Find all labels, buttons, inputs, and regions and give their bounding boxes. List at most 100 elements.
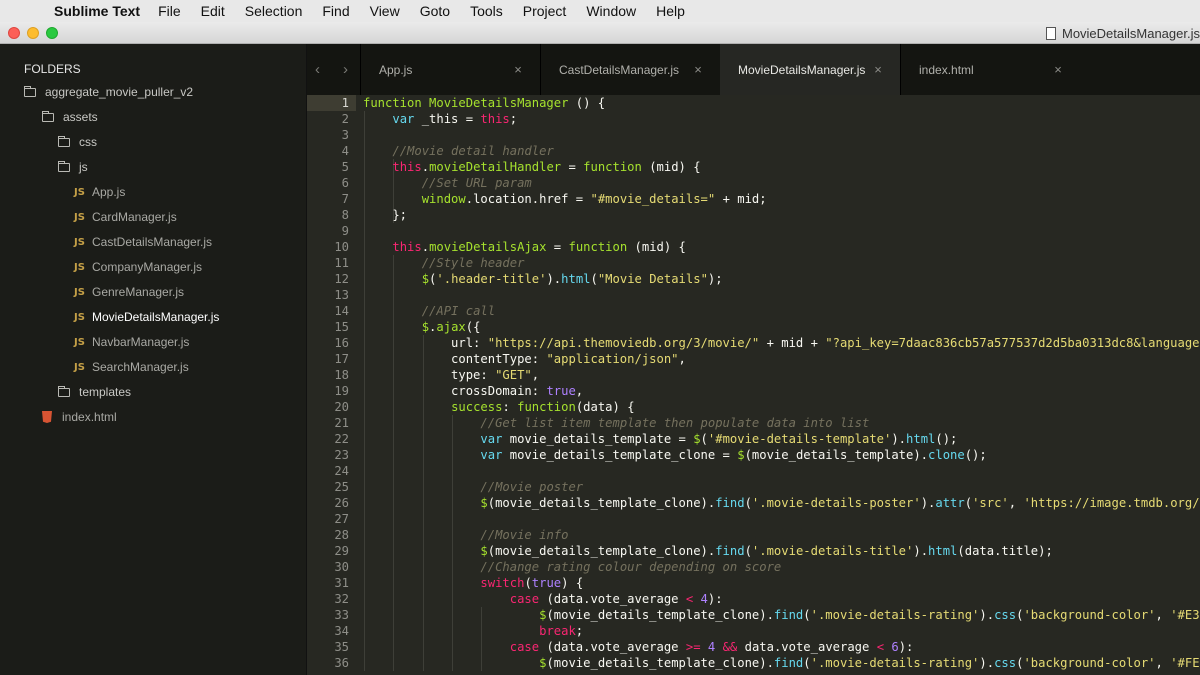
line-number: 18 bbox=[334, 368, 349, 382]
line-number: 1 bbox=[307, 95, 356, 111]
tree-item[interactable]: JS GenreManager.js bbox=[74, 282, 184, 302]
js-file-icon: JS bbox=[74, 261, 85, 273]
code-line[interactable]: //Get list item template then populate d… bbox=[363, 415, 869, 431]
tree-item[interactable]: JS App.js bbox=[74, 182, 125, 202]
tab[interactable]: CastDetailsManager.js × bbox=[540, 44, 720, 95]
menu-window[interactable]: Window bbox=[586, 3, 636, 19]
code-line[interactable]: this.movieDetailsAjax = function (mid) { bbox=[363, 239, 686, 255]
tab[interactable]: index.html × bbox=[900, 44, 1080, 95]
tree-item-label: SearchManager.js bbox=[92, 360, 189, 374]
js-file-icon: JS bbox=[74, 311, 85, 323]
code-line[interactable]: var _this = this; bbox=[363, 111, 517, 127]
code-line[interactable]: switch(true) { bbox=[363, 575, 583, 591]
tree-item[interactable]: JS MovieDetailsManager.js bbox=[74, 307, 219, 327]
tree-item-label: CompanyManager.js bbox=[92, 260, 203, 274]
code-line[interactable]: $(movie_details_template_clone).find('.m… bbox=[363, 495, 1200, 511]
menu-edit[interactable]: Edit bbox=[201, 3, 225, 19]
menu-view[interactable]: View bbox=[370, 3, 400, 19]
code-line[interactable]: type: "GET", bbox=[363, 367, 539, 383]
line-number: 28 bbox=[334, 528, 349, 542]
line-number: 6 bbox=[341, 176, 349, 190]
close-tab-icon[interactable]: × bbox=[510, 62, 526, 77]
menu-app-name[interactable]: Sublime Text bbox=[54, 3, 140, 19]
line-number: 12 bbox=[334, 272, 349, 286]
tree-item[interactable]: aggregate_movie_puller_v2 bbox=[24, 82, 193, 102]
code-line[interactable]: //Set URL param bbox=[363, 175, 532, 191]
line-number: 21 bbox=[334, 416, 349, 430]
tab-bar: ‹ › App.js × CastDetailsManager.js × MovieDe… bbox=[307, 44, 1200, 95]
code-line[interactable]: window.location.href = "#movie_details="… bbox=[363, 191, 767, 207]
close-tab-icon[interactable]: × bbox=[870, 62, 886, 77]
code-line[interactable]: $(movie_details_template_clone).find('.m… bbox=[363, 543, 1052, 559]
tree-item[interactable]: index.html bbox=[42, 407, 117, 427]
code-line[interactable]: var movie_details_template = $('#movie-d… bbox=[363, 431, 957, 447]
menu-selection[interactable]: Selection bbox=[245, 3, 303, 19]
menu-goto[interactable]: Goto bbox=[420, 3, 450, 19]
folder-icon bbox=[42, 110, 54, 122]
tree-item[interactable]: JS CardManager.js bbox=[74, 207, 177, 227]
code-line[interactable]: }; bbox=[363, 207, 407, 223]
code-line[interactable]: success: function(data) { bbox=[363, 399, 634, 415]
line-number: 24 bbox=[334, 464, 349, 478]
tree-item-label: App.js bbox=[92, 185, 126, 199]
menu-project[interactable]: Project bbox=[523, 3, 567, 19]
close-tab-icon[interactable]: × bbox=[1050, 62, 1066, 77]
code-line[interactable]: case (data.vote_average >= 4 && data.vot… bbox=[363, 639, 914, 655]
code-line[interactable]: contentType: "application/json", bbox=[363, 351, 686, 367]
tree-item-label: NavbarManager.js bbox=[92, 335, 190, 349]
code-line[interactable]: //Style header bbox=[363, 255, 525, 271]
window-title: MovieDetailsManager.js bbox=[1045, 22, 1200, 44]
code-line[interactable]: //Movie info bbox=[363, 527, 568, 543]
tab[interactable]: App.js × bbox=[360, 44, 540, 95]
line-number: 26 bbox=[334, 496, 349, 510]
folder-icon bbox=[24, 85, 36, 97]
code-line[interactable]: //Change rating colour depending on scor… bbox=[363, 559, 781, 575]
js-file-icon: JS bbox=[74, 361, 85, 373]
js-file-icon: JS bbox=[74, 236, 85, 248]
line-number: 34 bbox=[334, 624, 349, 638]
close-window-button[interactable] bbox=[8, 26, 20, 39]
line-number: 31 bbox=[334, 576, 349, 590]
code-editor[interactable]: 1 2 3 4 5 6 7 8 9 10 11 12 13 14 15 16 17 18 19 20 21 22 23 24 2… bbox=[307, 95, 1200, 675]
close-tab-icon[interactable]: × bbox=[690, 62, 706, 77]
tab-label: index.html bbox=[919, 62, 974, 77]
code-line[interactable]: $.ajax({ bbox=[363, 319, 481, 335]
line-number-gutter: 1 2 3 4 5 6 7 8 9 10 11 12 13 14 15 16 17 18 19 20 21 22 23 24 2… bbox=[307, 95, 356, 675]
tree-item[interactable]: assets bbox=[42, 107, 98, 127]
code-line[interactable]: $('.header-title').html("Movie Details")… bbox=[363, 271, 723, 287]
tree-item[interactable]: css bbox=[58, 132, 97, 152]
tree-item[interactable]: JS SearchManager.js bbox=[74, 357, 189, 377]
menu-file[interactable]: File bbox=[158, 3, 181, 19]
menu-tools[interactable]: Tools bbox=[470, 3, 503, 19]
tree-item[interactable]: JS CastDetailsManager.js bbox=[74, 232, 212, 252]
tree-item-label: CardManager.js bbox=[92, 210, 177, 224]
minimize-window-button[interactable] bbox=[27, 26, 39, 39]
tree-item[interactable]: js bbox=[58, 157, 88, 177]
line-number: 20 bbox=[334, 400, 349, 414]
code-line[interactable]: $(movie_details_template_clone).find('.m… bbox=[363, 655, 1200, 671]
line-number: 7 bbox=[341, 192, 349, 206]
menu-help[interactable]: Help bbox=[656, 3, 685, 19]
tree-item[interactable]: templates bbox=[58, 382, 131, 402]
code-line[interactable]: break; bbox=[363, 623, 583, 639]
code-line[interactable]: //API call bbox=[363, 303, 495, 319]
code-line[interactable]: case (data.vote_average < 4): bbox=[363, 591, 723, 607]
tab[interactable]: MovieDetailsManager.js × bbox=[720, 44, 900, 95]
code-line[interactable]: //Movie poster bbox=[363, 479, 583, 495]
tree-item[interactable]: JS NavbarManager.js bbox=[74, 332, 189, 352]
code-line[interactable]: $(movie_details_template_clone).find('.m… bbox=[363, 607, 1200, 623]
tree-item[interactable]: JS CompanyManager.js bbox=[74, 257, 202, 277]
tab-forward-icon[interactable]: › bbox=[343, 61, 348, 78]
code-line[interactable]: function MovieDetailsManager () { bbox=[363, 95, 605, 111]
js-file-icon: JS bbox=[74, 336, 85, 348]
code-line[interactable]: this.movieDetailHandler = function (mid)… bbox=[363, 159, 700, 175]
code-line[interactable]: url: "https://api.themoviedb.org/3/movie… bbox=[363, 335, 1200, 351]
code-line[interactable]: var movie_details_template_clone = $(mov… bbox=[363, 447, 986, 463]
code-line[interactable]: //Movie detail handler bbox=[363, 143, 553, 159]
tree-item-label: templates bbox=[79, 385, 132, 399]
line-number: 30 bbox=[334, 560, 349, 574]
maximize-window-button[interactable] bbox=[46, 26, 58, 39]
tab-back-icon[interactable]: ‹ bbox=[315, 61, 320, 78]
menu-find[interactable]: Find bbox=[322, 3, 349, 19]
code-line[interactable]: crossDomain: true, bbox=[363, 383, 583, 399]
